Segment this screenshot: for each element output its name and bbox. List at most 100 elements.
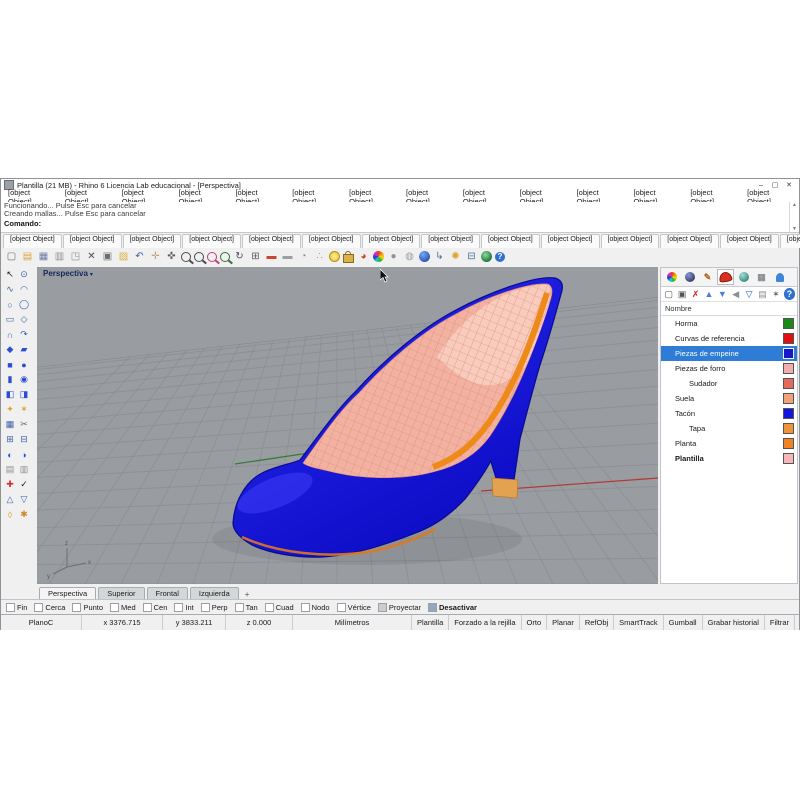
command-scrollbar[interactable]: ▲ ▼ — [789, 202, 799, 232]
command-prompt[interactable]: Comando: — [1, 218, 799, 231]
shaded-view-icon[interactable]: ● — [387, 250, 400, 263]
open-file-icon[interactable]: ▤ — [21, 250, 34, 263]
section-tool-icon[interactable]: ▬ — [265, 250, 278, 263]
history-icon[interactable]: ◔ — [297, 250, 310, 263]
undo-icon[interactable]: ↶ — [133, 250, 146, 263]
props-tool-icon[interactable]: ▥ — [17, 462, 31, 477]
pan-hand-icon[interactable]: ✛ — [149, 250, 162, 263]
brush-tab[interactable]: ✎ — [699, 269, 716, 285]
help-icon[interactable]: ? — [495, 252, 505, 262]
collapse-button[interactable]: ◀ — [730, 288, 741, 300]
osnap-toggle[interactable]: Nodo — [301, 603, 330, 612]
osnap-toggle[interactable]: Cuad — [265, 603, 294, 612]
triangle-up-icon[interactable]: △ — [3, 492, 17, 507]
osnap-toggle[interactable]: Cen — [143, 603, 168, 612]
layer-color-swatch[interactable] — [783, 363, 794, 374]
status-cell[interactable]: Grabar historial — [703, 615, 765, 630]
save-icon[interactable]: ▦ — [37, 250, 50, 263]
zoom-selected-icon[interactable] — [207, 252, 217, 262]
surface-icon[interactable]: ◆ — [3, 342, 17, 357]
layer-tool-icon[interactable]: ▤ — [3, 462, 17, 477]
sheet-button[interactable]: ▤ — [757, 288, 768, 300]
new-sublayer-button[interactable]: ▣ — [676, 288, 687, 300]
split-solid-icon[interactable]: ◧ — [3, 387, 17, 402]
layer-color-swatch[interactable] — [783, 408, 794, 419]
earth-icon[interactable] — [481, 251, 492, 262]
layer-row[interactable]: Horma — [661, 316, 797, 331]
viewport-title[interactable]: Perspectiva▾ — [43, 269, 93, 278]
layer-color-swatch[interactable] — [783, 378, 794, 389]
scroll-up-icon[interactable]: ▲ — [792, 202, 797, 208]
boolean-icon[interactable]: ◨ — [17, 387, 31, 402]
status-cell[interactable]: Orto — [522, 615, 548, 630]
zoom-extents-icon[interactable] — [220, 252, 230, 262]
paste-icon[interactable]: ▨ — [117, 250, 130, 263]
circle-icon[interactable]: ○ — [3, 297, 17, 312]
status-cell[interactable]: Forzado a la rejilla — [449, 615, 521, 630]
grid-snap-icon[interactable]: ⊞ — [249, 250, 262, 263]
filter-button[interactable]: ▽ — [743, 288, 754, 300]
layer-row[interactable]: Piezas de forro — [661, 361, 797, 376]
curve-edit-icon[interactable]: ↷ — [17, 327, 31, 342]
layer-color-swatch[interactable] — [783, 423, 794, 434]
layer-color-swatch[interactable] — [783, 348, 794, 359]
layer-row[interactable]: Planta — [661, 436, 797, 451]
viewport-tab[interactable]: Perspectiva — [39, 587, 96, 599]
materials-tab[interactable] — [681, 269, 698, 285]
join-icon[interactable]: ⊞ — [3, 432, 17, 447]
gumball-icon[interactable]: ✦ — [3, 402, 17, 417]
viewport-tab[interactable]: Superior — [98, 587, 144, 599]
ghosted-view-icon[interactable]: ◍ — [403, 250, 416, 263]
delete-layer-button[interactable]: ✗ — [690, 288, 701, 300]
viewport-tab[interactable]: Frontal — [147, 587, 188, 599]
rotate-icon[interactable]: ◐ — [3, 447, 17, 462]
star-icon[interactable]: ✱ — [17, 507, 31, 522]
trim-icon[interactable]: ✂ — [17, 417, 31, 432]
freeform-curve-icon[interactable]: ∿ — [3, 282, 17, 297]
control-points-icon[interactable]: ⊙ — [17, 267, 31, 282]
rectangle-icon[interactable]: ▭ — [3, 312, 17, 327]
status-cell[interactable]: SmartTrack — [614, 615, 663, 630]
new-layer-button[interactable]: ▢ — [663, 288, 674, 300]
polygon-icon[interactable]: ◇ — [17, 312, 31, 327]
osnap-toggle[interactable]: Proyectar — [378, 603, 421, 612]
array-icon[interactable]: ▦ — [3, 417, 17, 432]
group-icon[interactable]: ⊟ — [17, 432, 31, 447]
move-down-button[interactable]: ▼ — [717, 288, 728, 300]
status-cell[interactable]: RefObj — [580, 615, 614, 630]
diamond-icon[interactable]: ◊ — [3, 507, 17, 522]
cylinder-icon[interactable]: ▮ — [3, 372, 17, 387]
export-icon[interactable]: ◳ — [69, 250, 82, 263]
lightbulb-icon[interactable] — [329, 251, 340, 262]
explode-icon[interactable]: ✶ — [17, 402, 31, 417]
osnap-toggle[interactable]: Int — [174, 603, 193, 612]
rendered-view-icon[interactable] — [419, 251, 430, 262]
ellipse-icon[interactable]: ◯ — [17, 297, 31, 312]
properties-tab[interactable] — [663, 269, 680, 285]
add-icon[interactable]: ✚ — [3, 477, 17, 492]
mirror-icon[interactable]: ◑ — [17, 447, 31, 462]
layer-color-swatch[interactable] — [783, 438, 794, 449]
osnap-toggle[interactable]: Punto — [72, 603, 103, 612]
viewport-tab[interactable]: Izquierda — [190, 587, 239, 599]
layer-row[interactable]: Tacón — [661, 406, 797, 421]
layer-row[interactable]: Sudador — [661, 376, 797, 391]
status-cell[interactable]: Milímetros — [293, 615, 412, 630]
layers-tab[interactable] — [717, 269, 734, 285]
command-area[interactable]: Funcionando... Pulse Esc para cancelar C… — [1, 202, 799, 233]
layer-color-swatch[interactable] — [783, 333, 794, 344]
osnap-toggle[interactable]: Med — [110, 603, 136, 612]
move-up-button[interactable]: ▲ — [703, 288, 714, 300]
arc2-icon[interactable]: ∩ — [3, 327, 17, 342]
select-arrow-icon[interactable]: ↖ — [3, 267, 17, 282]
status-cell[interactable]: Gumball — [664, 615, 703, 630]
osnap-toggle[interactable]: Tan — [235, 603, 258, 612]
new-file-icon[interactable]: ▢ — [5, 250, 18, 263]
status-cell[interactable]: PlanoC — [1, 615, 82, 630]
layer-row[interactable]: Tapa — [661, 421, 797, 436]
sphere-icon[interactable]: ● — [17, 357, 31, 372]
status-cell[interactable]: Plantilla — [412, 615, 449, 630]
perspective-viewport[interactable]: z x y Perspectiva▾ — [37, 267, 658, 584]
points-on-icon[interactable]: ∴ — [313, 250, 326, 263]
move-view-icon[interactable]: ✜ — [165, 250, 178, 263]
